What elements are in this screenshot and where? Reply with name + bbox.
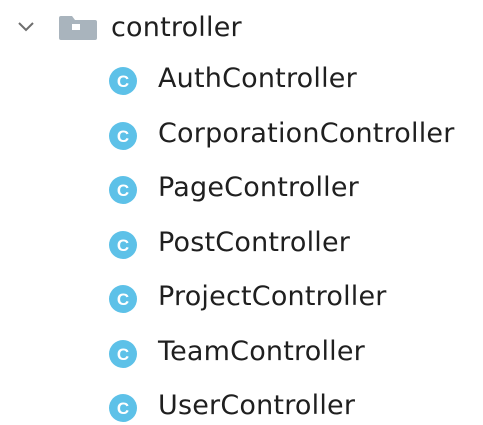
project-tree: controller C AuthController C Corporatio… xyxy=(0,0,483,425)
tree-item-label: TeamController xyxy=(158,335,365,367)
tree-item-corporationcontroller[interactable]: C CorporationController xyxy=(0,109,483,164)
svg-text:C: C xyxy=(117,345,129,364)
class-icon: C xyxy=(109,394,137,422)
tree-item-usercontroller[interactable]: C UserController xyxy=(0,381,483,425)
svg-text:C: C xyxy=(117,72,129,91)
tree-item-pagecontroller[interactable]: C PageController xyxy=(0,163,483,218)
tree-item-projectcontroller[interactable]: C ProjectController xyxy=(0,272,483,327)
tree-item-label: ProjectController xyxy=(158,281,387,312)
tree-item-label: AuthController xyxy=(158,63,357,94)
tree-item-label: CorporationController xyxy=(158,117,455,149)
class-icon: C xyxy=(109,339,137,368)
tree-item-teamcontroller[interactable]: C TeamController xyxy=(0,327,483,382)
folder-icon xyxy=(59,16,97,40)
class-icon: C xyxy=(109,67,137,95)
folder-label: controller xyxy=(111,12,242,43)
class-icon: C xyxy=(109,121,137,150)
class-icon: C xyxy=(109,230,137,259)
tree-folder-controller[interactable]: controller xyxy=(0,5,483,49)
svg-text:C: C xyxy=(117,399,129,418)
class-icon: C xyxy=(109,285,137,313)
svg-text:C: C xyxy=(117,181,129,200)
tree-item-postcontroller[interactable]: C PostController xyxy=(0,218,483,273)
chevron-down-icon[interactable] xyxy=(16,17,36,37)
tree-item-label: PageController xyxy=(158,172,359,203)
svg-text:C: C xyxy=(117,236,129,255)
class-icon: C xyxy=(109,176,137,204)
tree-item-label: PostController xyxy=(158,226,351,258)
tree-item-authcontroller[interactable]: C AuthController xyxy=(0,54,483,109)
folder-children: C AuthController C CorporationController… xyxy=(0,54,483,425)
svg-text:C: C xyxy=(117,290,129,309)
tree-item-label: UserController xyxy=(158,390,356,421)
svg-text:C: C xyxy=(117,127,129,146)
